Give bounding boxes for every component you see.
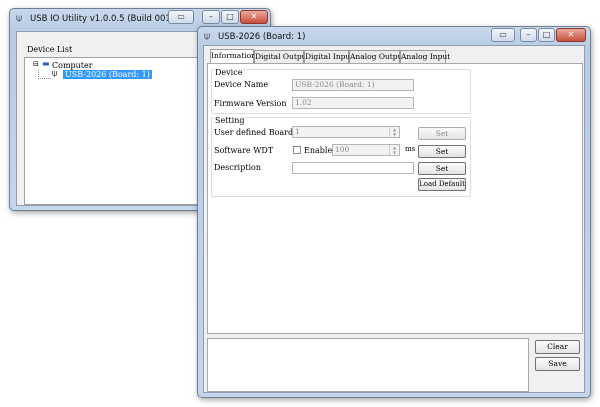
firmware-version-field: 1.02	[292, 97, 414, 109]
device-client-area: Information Digital Output Digital Input…	[203, 45, 585, 393]
minimize-button[interactable]: –	[520, 28, 537, 42]
description-set-button[interactable]: Set	[418, 162, 466, 175]
board-id-set-button[interactable]: Set	[418, 127, 466, 140]
close-button[interactable]: ✕	[240, 10, 268, 24]
tab-analog-output[interactable]: Analog Output	[349, 50, 405, 63]
tab-information[interactable]: Information	[210, 49, 256, 63]
usb-2026-window: ⍦ USB-2026 (Board: 1) ▭ – □ ✕ Informatio…	[197, 26, 591, 398]
save-button[interactable]: Save	[535, 357, 580, 371]
device-window-title: USB-2026 (Board: 1)	[218, 32, 306, 42]
device-list-label: Device List	[27, 45, 73, 54]
close-button[interactable]: ✕	[556, 28, 586, 42]
device-group-title: Device	[214, 68, 244, 77]
spin-down-icon[interactable]: ▼	[390, 132, 399, 137]
maximize-button[interactable]: □	[221, 10, 239, 24]
maximize-button[interactable]: □	[538, 28, 555, 42]
wdt-enable-checkbox[interactable]	[293, 146, 301, 154]
usb-device-icon: ⍦	[52, 69, 58, 79]
tree-connector-line	[38, 70, 51, 79]
usb-icon: ⍦	[16, 13, 22, 24]
restore-down-icon[interactable]: ▭	[491, 28, 515, 42]
description-label: Description	[214, 163, 261, 172]
wdt-enable-label: Enable	[304, 146, 333, 155]
description-input[interactable]	[292, 162, 414, 174]
tree-expander-icon[interactable]: ⊟	[33, 60, 39, 68]
computer-icon: ▬	[42, 59, 50, 68]
wdt-set-button[interactable]: Set	[418, 145, 466, 158]
tree-node-usb-2026[interactable]: USB-2026 (Board: 1)	[63, 70, 152, 79]
tab-analog-input[interactable]: Analog Input	[400, 50, 450, 63]
utility-window-title: USB IO Utility v1.0.0.5 (Build 001)	[30, 14, 175, 24]
tree-node-computer[interactable]: Computer	[52, 61, 93, 70]
setting-group: Setting User defined Board ID 1 ▲ ▼ Set S…	[211, 116, 471, 197]
load-default-button[interactable]: Load Default	[418, 178, 466, 191]
device-name-label: Device Name	[214, 80, 269, 89]
spin-down-icon[interactable]: ▼	[390, 150, 399, 155]
firmware-version-label: Firmware Version	[214, 99, 287, 108]
usb-icon: ⍦	[204, 31, 210, 42]
wdt-timeout-spinner[interactable]: ▲ ▼	[389, 145, 399, 155]
restore-down-icon[interactable]: ▭	[168, 10, 194, 24]
software-wdt-label: Software WDT	[214, 146, 274, 155]
device-name-field: USB-2026 (Board: 1)	[292, 79, 414, 91]
minimize-button[interactable]: –	[202, 10, 220, 24]
information-panel: Device Device Name USB-2026 (Board: 1) F…	[207, 63, 583, 334]
wdt-unit-label: ms	[405, 145, 416, 153]
clear-button[interactable]: Clear	[535, 340, 580, 354]
tab-digital-output[interactable]: Digital Output	[254, 50, 310, 63]
device-group: Device Device Name USB-2026 (Board: 1) F…	[211, 68, 471, 114]
setting-group-title: Setting	[214, 116, 246, 125]
board-id-spinner[interactable]: ▲ ▼	[389, 127, 399, 137]
tab-digital-input[interactable]: Digital Input	[304, 50, 353, 63]
board-id-input[interactable]: 1	[292, 126, 400, 138]
message-log-area[interactable]	[207, 338, 529, 392]
